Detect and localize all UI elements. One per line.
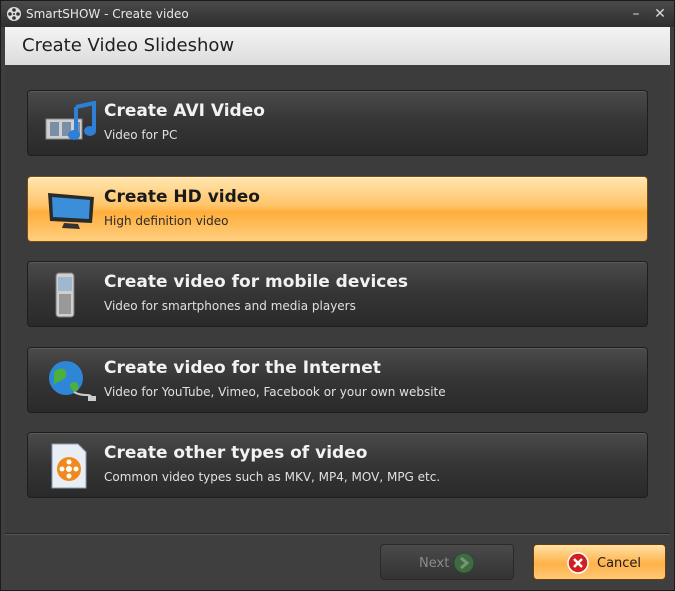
monitor-icon <box>48 193 94 229</box>
option-hd-video[interactable]: Create HD video High definition video <box>27 176 648 242</box>
video-file-icon <box>51 443 87 489</box>
option-title: Create video for mobile devices <box>104 272 409 292</box>
page-header: Create Video Slideshow <box>5 27 670 66</box>
film-music-icon <box>45 101 96 140</box>
minimize-icon[interactable]: – <box>627 5 645 23</box>
options-panel: Create AVI Video Video for PC Create HD … <box>5 65 670 533</box>
create-video-window: SmartSHOW - Create video – ✕ Create Vide… <box>0 0 675 591</box>
close-icon[interactable]: ✕ <box>651 5 669 23</box>
arrow-right-icon <box>453 552 475 574</box>
option-internet-video[interactable]: Create video for the Internet Video for … <box>27 347 648 413</box>
globe-icon <box>49 361 96 401</box>
option-subtitle: Common video types such as MKV, MP4, MOV… <box>104 470 441 484</box>
option-title: Create video for the Internet <box>104 358 381 378</box>
page-title: Create Video Slideshow <box>22 35 235 56</box>
cancel-label: Cancel <box>597 556 642 571</box>
option-other-video[interactable]: Create other types of video Common video… <box>27 432 648 498</box>
cancel-button[interactable]: Cancel <box>533 544 666 580</box>
option-title: Create other types of video <box>104 443 368 463</box>
option-subtitle: Video for YouTube, Vimeo, Facebook or yo… <box>104 385 446 399</box>
option-subtitle: Video for smartphones and media players <box>104 299 356 313</box>
option-avi-video[interactable]: Create AVI Video Video for PC <box>27 90 648 156</box>
film-reel-icon <box>7 7 21 21</box>
phone-icon <box>55 272 75 318</box>
option-subtitle: High definition video <box>104 214 229 228</box>
title-bar[interactable]: SmartSHOW - Create video – ✕ <box>1 1 674 27</box>
cancel-icon <box>567 552 589 574</box>
window-title: SmartSHOW - Create video <box>26 7 189 21</box>
next-label: Next <box>419 556 450 571</box>
footer-divider <box>5 533 670 535</box>
option-title: Create HD video <box>104 187 260 207</box>
option-mobile-video[interactable]: Create video for mobile devices Video fo… <box>27 261 648 327</box>
option-title: Create AVI Video <box>104 101 265 121</box>
next-button[interactable]: Next <box>380 544 514 580</box>
option-subtitle: Video for PC <box>104 128 178 142</box>
